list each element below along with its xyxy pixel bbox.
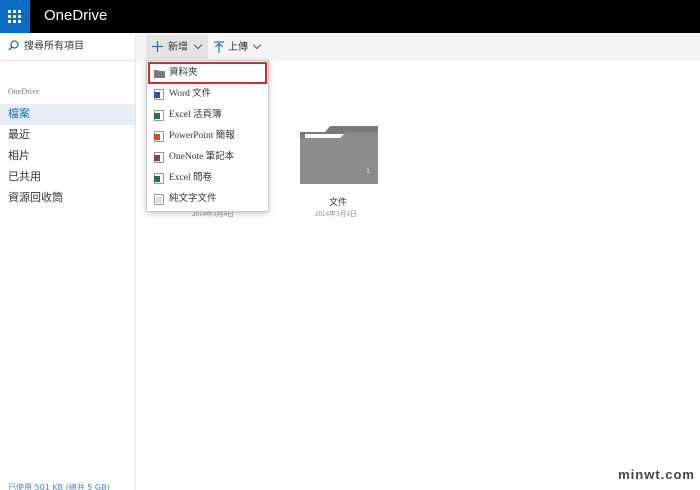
sidebar-item-recent[interactable]: 最近	[8, 128, 30, 142]
menu-item-label: Excel 活頁簿	[169, 110, 222, 120]
new-button-label: 新增	[168, 42, 188, 53]
text-file-icon	[154, 194, 164, 205]
menu-item-excel-survey[interactable]: Excel 問卷	[147, 168, 268, 189]
menu-item-text-file[interactable]: 純文字文件	[147, 189, 268, 210]
new-button[interactable]: 新增	[146, 35, 208, 59]
menu-item-label: OneNote 筆記本	[169, 152, 235, 162]
onenote-icon	[154, 152, 164, 163]
sidebar-item-files[interactable]: 檔案	[8, 107, 30, 121]
powerpoint-icon	[154, 131, 164, 142]
app-title[interactable]: OneDrive	[44, 6, 107, 26]
excel-icon	[154, 110, 164, 121]
menu-item-word[interactable]: Word 文件	[147, 84, 268, 105]
menu-item-onenote[interactable]: OneNote 筆記本	[147, 147, 268, 168]
file-tile-date: 2014年3月4日	[315, 210, 357, 218]
watermark: minwt.com	[573, 467, 695, 487]
nav-section-label: OneDrive	[8, 87, 40, 96]
new-dropdown-menu: 資料夾 Word 文件 Excel 活頁簿 PowerPoint 簡報 OneN…	[146, 60, 269, 212]
file-tile-name: 文件	[329, 197, 348, 207]
watermark-text: minwt.com	[618, 467, 695, 482]
folder-item-count: 1	[366, 166, 370, 175]
plus-icon	[152, 41, 163, 52]
chevron-down-icon	[252, 40, 262, 50]
upload-icon	[214, 41, 224, 53]
menu-item-powerpoint[interactable]: PowerPoint 簡報	[147, 126, 268, 147]
chevron-down-icon	[193, 40, 203, 50]
folder-icon	[300, 126, 378, 184]
app-launcher-button[interactable]	[0, 0, 30, 33]
sidebar-item-photos[interactable]: 相片	[8, 149, 30, 163]
waffle-icon	[8, 10, 22, 24]
upload-button[interactable]: 上傳	[212, 35, 268, 59]
highlight-annotation	[148, 62, 267, 84]
menu-item-label: PowerPoint 簡報	[169, 131, 235, 141]
menu-item-label: 純文字文件	[169, 194, 217, 204]
command-bar: 新增 上傳	[136, 33, 700, 61]
excel-survey-icon	[154, 173, 164, 184]
sidebar-item-recycle-bin[interactable]: 資源回收筒	[8, 191, 63, 205]
sidebar: 搜尋所有項目 OneDrive 檔案 最近 相片 已共用 資源回收筒 已使用 5…	[0, 33, 136, 490]
sidebar-item-shared[interactable]: 已共用	[8, 170, 41, 184]
menu-item-label: Word 文件	[169, 89, 212, 99]
word-icon	[154, 89, 164, 100]
search-icon	[8, 40, 19, 51]
search-input[interactable]: 搜尋所有項目	[24, 40, 84, 53]
upload-button-label: 上傳	[228, 42, 248, 53]
menu-item-excel[interactable]: Excel 活頁簿	[147, 105, 268, 126]
top-bar: OneDrive	[0, 0, 700, 33]
search-box[interactable]: 搜尋所有項目	[0, 33, 136, 61]
menu-item-label: Excel 問卷	[169, 173, 213, 183]
storage-usage-link[interactable]: 已使用 501 KB (總共 5 GB)	[8, 482, 110, 490]
